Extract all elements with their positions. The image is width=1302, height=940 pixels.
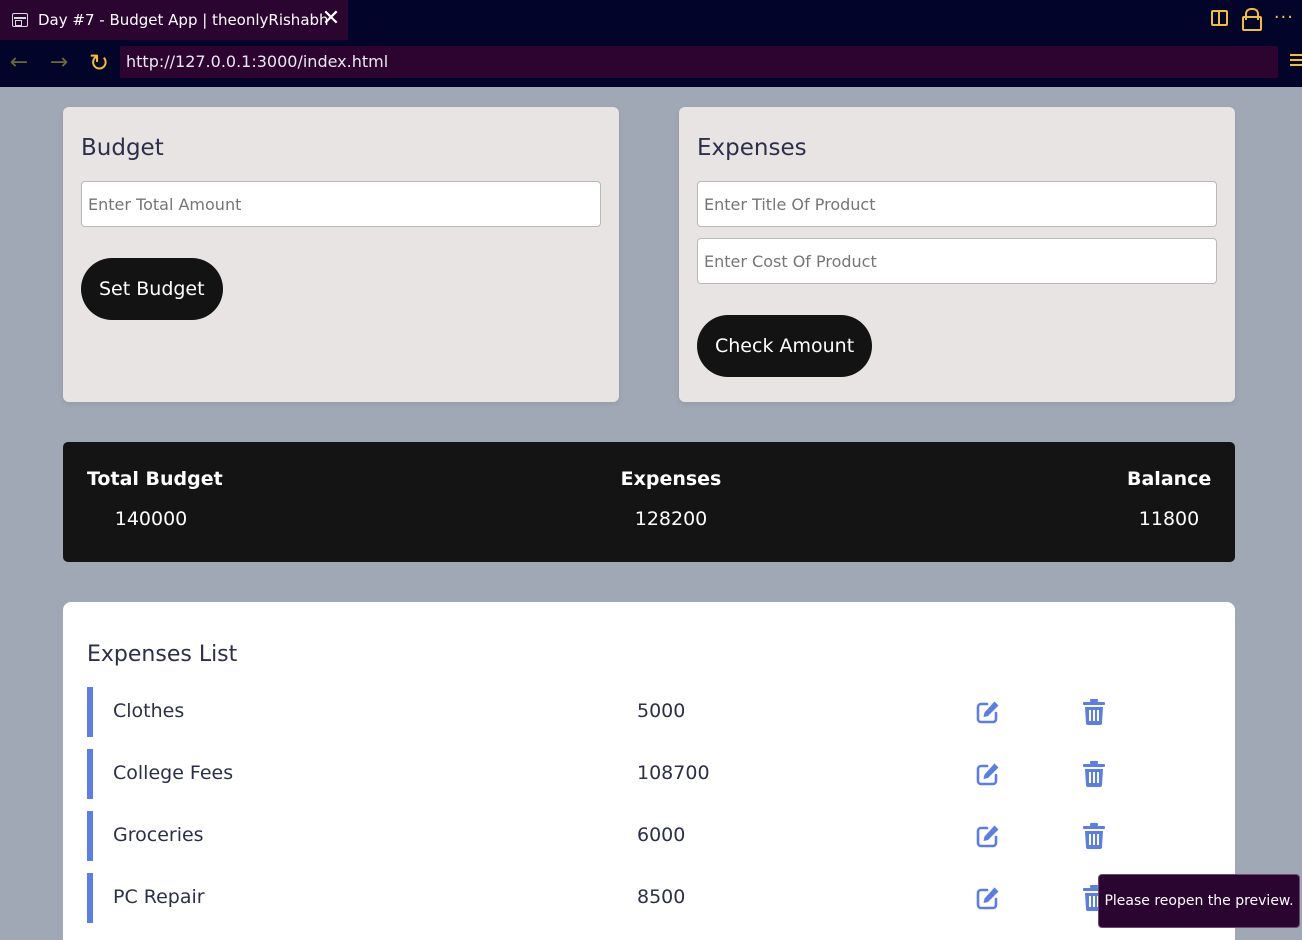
item-title: College Fees xyxy=(113,762,234,784)
item-accent-bar xyxy=(87,687,93,737)
expenses-form-title: Expenses xyxy=(697,135,807,161)
check-amount-button[interactable]: Check Amount xyxy=(697,315,873,377)
browser-tab-bar: Day #7 - Budget App | theonlyRishabh ✕ ·… xyxy=(0,0,1302,40)
expenses-summary: Expenses 128200 xyxy=(611,468,731,530)
edit-icon[interactable] xyxy=(975,699,1001,725)
browser-actions: ··· xyxy=(1210,8,1294,31)
page-icon xyxy=(12,13,28,27)
expenses-label: Expenses xyxy=(620,468,722,490)
item-accent-bar xyxy=(87,749,93,799)
balance-label: Balance xyxy=(1127,468,1212,490)
total-budget-label: Total Budget xyxy=(87,468,223,490)
item-title: Clothes xyxy=(113,700,185,722)
edit-icon[interactable] xyxy=(975,823,1001,849)
total-budget-value: 140000 xyxy=(114,508,188,530)
edit-icon[interactable] xyxy=(975,885,1001,911)
set-budget-button[interactable]: Set Budget xyxy=(81,258,223,320)
total-amount-input[interactable] xyxy=(81,181,601,227)
item-accent-bar xyxy=(87,873,93,923)
forward-icon[interactable]: → xyxy=(46,50,72,76)
product-title-input[interactable] xyxy=(697,181,1217,227)
expenses-form-card: Expenses Check Amount xyxy=(679,107,1235,402)
list-item: Clothes 5000 xyxy=(87,687,1211,737)
preview-toast: Please reopen the preview. xyxy=(1098,874,1300,928)
more-icon[interactable]: ··· xyxy=(1274,9,1294,27)
product-cost-input[interactable] xyxy=(697,238,1217,284)
lock-icon[interactable] xyxy=(1241,8,1262,31)
browser-tab[interactable]: Day #7 - Budget App | theonlyRishabh ✕ xyxy=(0,0,348,40)
item-amount: 6000 xyxy=(637,824,686,846)
total-budget-summary: Total Budget 140000 xyxy=(87,468,223,530)
close-icon[interactable]: ✕ xyxy=(320,8,342,30)
list-item: PC Repair 8500 xyxy=(87,873,1211,923)
budget-card: Budget Set Budget xyxy=(63,107,619,402)
item-amount: 108700 xyxy=(637,762,710,784)
item-title: PC Repair xyxy=(113,886,205,908)
address-bar[interactable]: http://127.0.0.1:3000/index.html xyxy=(120,46,1278,78)
edit-icon[interactable] xyxy=(975,761,1001,787)
trash-icon[interactable] xyxy=(1083,699,1105,725)
expenses-list-card: Expenses List Clothes 5000 College Fees … xyxy=(63,602,1235,940)
list-item: Groceries 6000 xyxy=(87,811,1211,861)
expenses-list-title: Expenses List xyxy=(87,642,238,667)
menu-icon[interactable] xyxy=(1290,54,1302,70)
summary-panel: Total Budget 140000 Expenses 128200 Bala… xyxy=(63,442,1235,562)
expenses-value: 128200 xyxy=(634,508,708,530)
item-accent-bar xyxy=(87,811,93,861)
balance-summary: Balance 11800 xyxy=(1127,468,1211,530)
split-screen-icon[interactable] xyxy=(1210,10,1228,26)
back-icon[interactable]: ← xyxy=(6,50,32,76)
trash-icon[interactable] xyxy=(1083,761,1105,787)
item-amount: 8500 xyxy=(637,886,686,908)
budget-title: Budget xyxy=(81,135,164,161)
trash-icon[interactable] xyxy=(1083,823,1105,849)
browser-nav-bar: ← → ↻ http://127.0.0.1:3000/index.html xyxy=(0,40,1302,87)
reload-icon[interactable]: ↻ xyxy=(86,50,112,76)
list-item: College Fees 108700 xyxy=(87,749,1211,799)
balance-value: 11800 xyxy=(1138,508,1200,530)
item-title: Groceries xyxy=(113,824,204,846)
item-amount: 5000 xyxy=(637,700,686,722)
tab-title: Day #7 - Budget App | theonlyRishabh xyxy=(38,11,329,29)
